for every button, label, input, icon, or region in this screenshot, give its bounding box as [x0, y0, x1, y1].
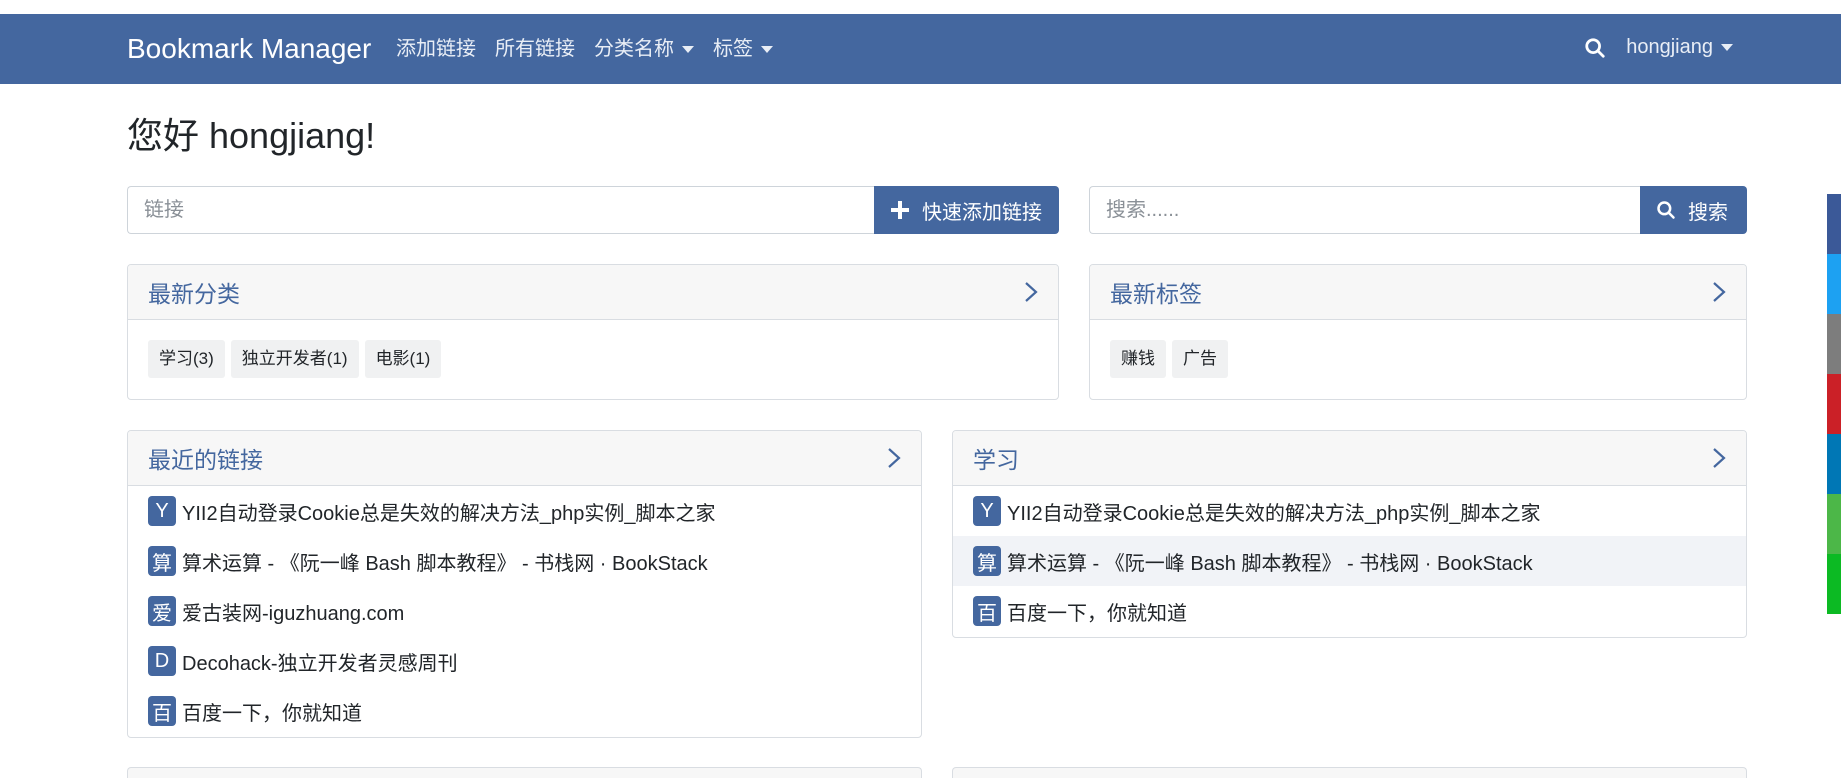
chevron-right-icon[interactable]: [1024, 281, 1038, 303]
link-title: YII2自动登录Cookie总是失效的解决方法_php实例_脚本之家: [1007, 502, 1541, 525]
link-avatar: 百: [148, 696, 176, 726]
card-header: 最近的链接: [128, 431, 921, 486]
card-header: 学习: [953, 431, 1746, 486]
caret-down-icon: [682, 45, 694, 53]
share-email-button[interactable]: [1827, 314, 1841, 374]
list-item[interactable]: D Decohack-独立开发者灵感周刊: [128, 636, 921, 686]
card-title: 最近的链接: [148, 447, 263, 473]
link-title: YII2自动登录Cookie总是失效的解决方法_php实例_脚本之家: [182, 502, 716, 525]
user-menu[interactable]: hongjiang: [1626, 36, 1733, 59]
link-avatar: D: [148, 646, 176, 676]
quick-add-group: 快速添加链接: [127, 186, 1059, 234]
share-pinterest-button[interactable]: [1827, 374, 1841, 434]
search-group: 搜索: [1089, 186, 1747, 234]
link-title: 算术运算 - 《阮一峰 Bash 脚本教程》 - 书栈网 · BookStack: [182, 552, 708, 575]
share-sms-button[interactable]: [1827, 494, 1841, 554]
share-facebook-button[interactable]: [1827, 194, 1841, 254]
search-button[interactable]: 搜索: [1640, 186, 1747, 234]
search-icon[interactable]: [1584, 37, 1606, 59]
brand-logo-text[interactable]: Bookmark Manager: [127, 32, 371, 66]
list-item[interactable]: 算算术运算 - 《阮一峰 Bash 脚本教程》 - 书栈网 · BookStac…: [953, 536, 1746, 586]
list-item[interactable]: 算算术运算 - 《阮一峰 Bash 脚本教程》 - 书栈网 · BookStac…: [128, 536, 921, 586]
top-strip: [0, 0, 1841, 14]
card-body: 赚钱 广告: [1090, 320, 1746, 398]
card-header: 最新分类: [128, 265, 1058, 320]
share-whatsapp-button[interactable]: [1827, 554, 1841, 614]
card-body: 学习(3) 独立开发者(1) 电影(1): [128, 320, 1058, 398]
nav-link-tags[interactable]: 标签: [713, 36, 773, 62]
list-item[interactable]: Y YII2自动登录Cookie总是失效的解决方法_php实例_脚本之家: [128, 486, 921, 536]
chevron-right-icon[interactable]: [1712, 447, 1726, 469]
tag-badge[interactable]: 赚钱: [1110, 340, 1166, 378]
link-avatar: Y: [973, 496, 1001, 526]
list-item[interactable]: Y YII2自动登录Cookie总是失效的解决方法_php实例_脚本之家: [953, 486, 1746, 536]
card-title: 学习: [973, 447, 1019, 473]
link-avatar: 爱: [148, 596, 176, 626]
category-badge[interactable]: 电影(1): [364, 340, 442, 378]
link-avatar: Y: [148, 496, 176, 526]
link-input[interactable]: [127, 186, 874, 234]
next-card-left: [127, 767, 922, 778]
latest-tags-card: 最新标签 赚钱 广告: [1089, 264, 1747, 400]
page-title: 您好 hongjiang!: [127, 115, 376, 156]
link-title: 爱古装网-iguzhuang.com: [182, 602, 405, 625]
caret-down-icon: [761, 45, 773, 53]
tag-badge[interactable]: 广告: [1172, 340, 1228, 378]
chevron-right-icon[interactable]: [1712, 281, 1726, 303]
link-avatar: 百: [973, 596, 1001, 626]
study-links-card: 学习 Y YII2自动登录Cookie总是失效的解决方法_php实例_脚本之家 算…: [952, 430, 1747, 638]
nav-right: hongjiang: [1584, 36, 1733, 59]
list-item[interactable]: 百百度一下，你就知道: [128, 686, 921, 736]
link-title: Decohack-独立开发者灵感周刊: [182, 652, 458, 675]
nav-link-add-link[interactable]: 添加链接: [396, 36, 476, 62]
link-title: 百度一下，你就知道: [182, 702, 362, 725]
navbar: Bookmark Manager 添加链接 所有链接 分类名称 标签 hongj…: [0, 14, 1841, 84]
category-badges: 学习(3) 独立开发者(1) 电影(1): [148, 340, 1038, 378]
list-item[interactable]: 爱爱古装网-iguzhuang.com: [128, 586, 921, 636]
nav-link-categories[interactable]: 分类名称: [594, 36, 694, 62]
nav-link-all-links[interactable]: 所有链接: [495, 36, 575, 62]
recent-links-card: 最近的链接 Y YII2自动登录Cookie总是失效的解决方法_php实例_脚本之…: [127, 430, 922, 738]
card-title: 最新标签: [1110, 281, 1202, 307]
share-linkedin-button[interactable]: [1827, 434, 1841, 494]
link-list: Y YII2自动登录Cookie总是失效的解决方法_php实例_脚本之家 算算术运…: [128, 486, 921, 736]
caret-down-icon: [1721, 44, 1733, 51]
category-badge[interactable]: 学习(3): [148, 340, 225, 378]
chevron-right-icon[interactable]: [887, 447, 901, 469]
share-twitter-button[interactable]: [1827, 254, 1841, 314]
link-avatar: 算: [148, 546, 176, 576]
list-item[interactable]: 百百度一下，你就知道: [953, 586, 1746, 636]
card-title: 最新分类: [148, 281, 240, 307]
share-sidebar: [1827, 194, 1841, 614]
link-avatar: 算: [973, 546, 1001, 576]
quick-add-button[interactable]: 快速添加链接: [874, 186, 1059, 234]
plus-icon: [891, 201, 909, 219]
link-title: 算术运算 - 《阮一峰 Bash 脚本教程》 - 书栈网 · BookStack: [1007, 552, 1533, 575]
username: hongjiang: [1626, 36, 1713, 58]
search-input[interactable]: [1089, 186, 1640, 234]
next-card-right: [952, 767, 1747, 778]
category-badge[interactable]: 独立开发者(1): [230, 340, 359, 378]
nav-links: 添加链接 所有链接 分类名称 标签: [396, 36, 792, 62]
tag-badges: 赚钱 广告: [1110, 340, 1726, 378]
search-icon: [1657, 201, 1675, 219]
link-list: Y YII2自动登录Cookie总是失效的解决方法_php实例_脚本之家 算算术运…: [953, 486, 1746, 636]
latest-categories-card: 最新分类 学习(3) 独立开发者(1) 电影(1): [127, 264, 1059, 400]
card-header: 最新标签: [1090, 265, 1746, 320]
link-title: 百度一下，你就知道: [1007, 602, 1187, 625]
